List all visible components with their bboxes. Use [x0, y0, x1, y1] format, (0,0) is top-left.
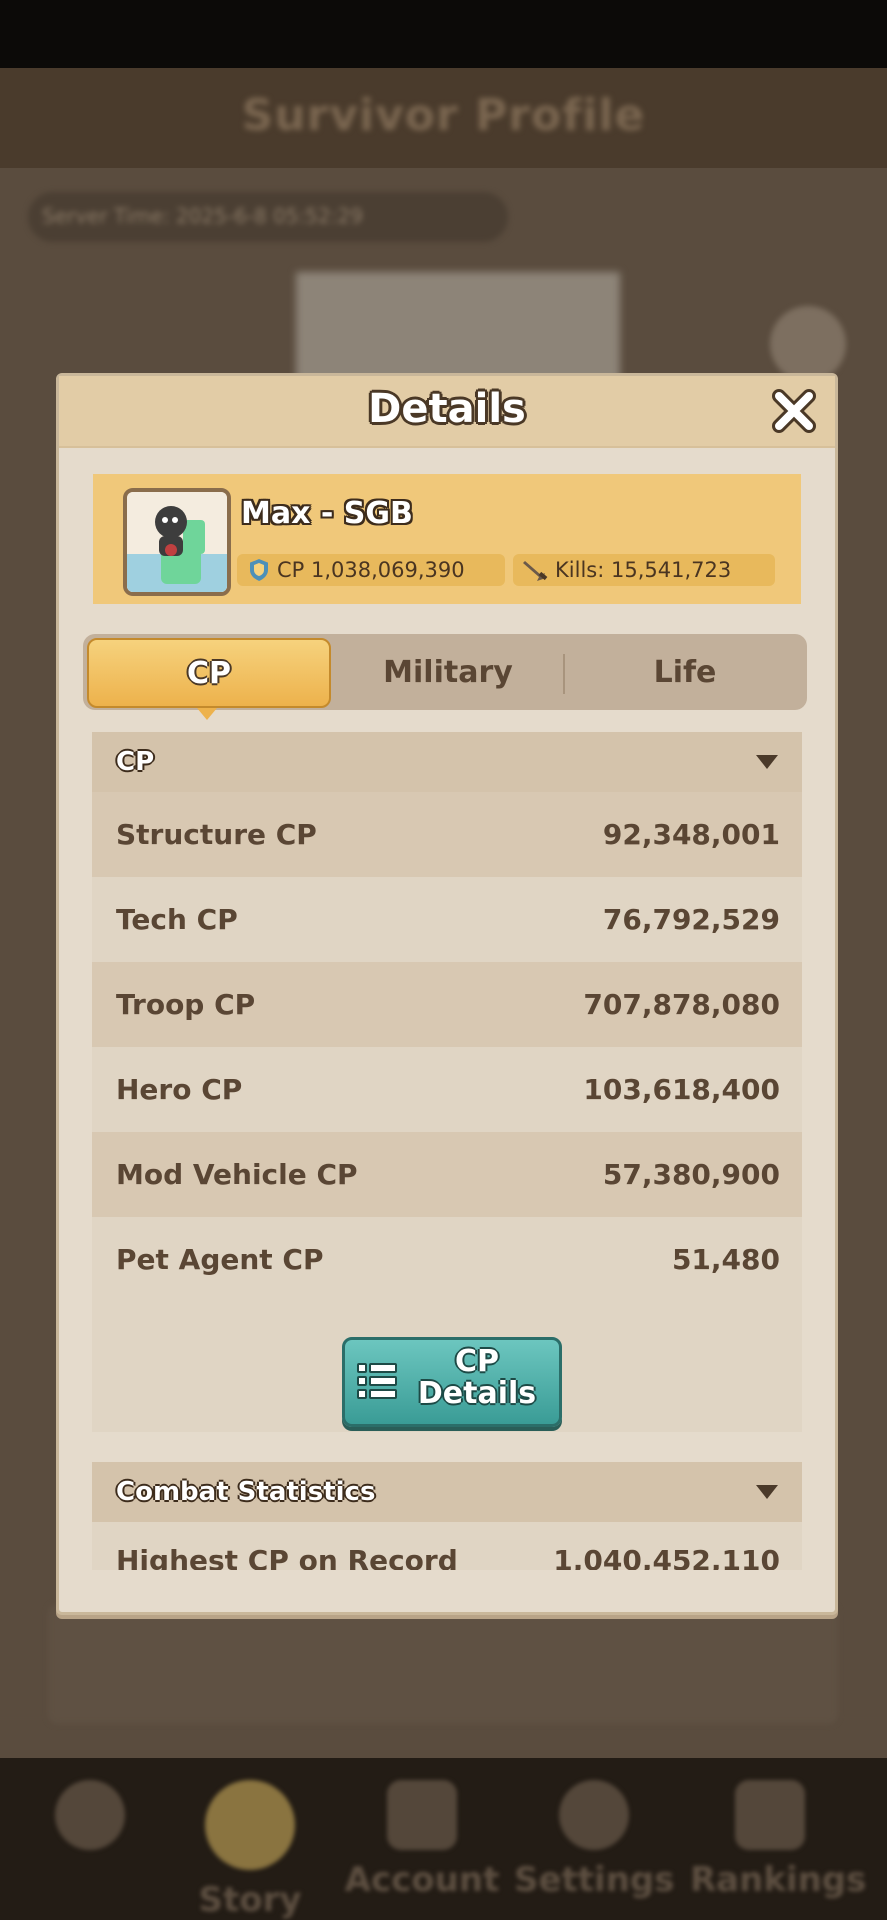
cp-details-label: CP Details: [417, 1344, 537, 1411]
cp-row-hero: Hero CP 103,618,400: [92, 1047, 802, 1132]
combat-section: Combat Statistics Highest CP on Record 1…: [92, 1462, 802, 1570]
cp-row-mod-vehicle: Mod Vehicle CP 57,380,900: [92, 1132, 802, 1217]
tab-life[interactable]: Life: [567, 634, 803, 710]
row-value: 1,040,452,110: [553, 1544, 780, 1570]
nav-label: Story: [198, 1880, 302, 1920]
cp-details-button[interactable]: CP Details: [342, 1337, 562, 1427]
cp-total: CP 1,038,069,390: [277, 558, 465, 582]
rankings-icon: [735, 1780, 805, 1850]
cp-row-troop: Troop CP 707,878,080: [92, 962, 802, 1047]
row-label: Troop CP: [116, 988, 256, 1021]
kills-total: Kills: 15,541,723: [555, 558, 732, 582]
row-label: Tech CP: [116, 903, 238, 936]
combat-section-header[interactable]: Combat Statistics: [92, 1462, 802, 1522]
collapse-icon: [756, 1485, 778, 1499]
bg-server-time-text: Server Time: 2025-6-8 05:52:29: [42, 204, 363, 228]
row-label: Mod Vehicle CP: [116, 1158, 358, 1191]
row-value: 92,348,001: [602, 818, 780, 851]
row-value: 103,618,400: [583, 1073, 780, 1106]
avatar[interactable]: [123, 488, 231, 596]
cp-section-header[interactable]: CP: [92, 732, 802, 792]
modal-title: Details: [368, 386, 526, 432]
cp-row-tech: Tech CP 76,792,529: [92, 877, 802, 962]
bg-lower-panel: [48, 1604, 838, 1724]
gear-icon: [559, 1780, 629, 1850]
cp-badge: CP 1,038,069,390: [237, 554, 505, 586]
row-value: 57,380,900: [602, 1158, 780, 1191]
cp-section-title: CP: [116, 747, 155, 777]
bg-page-title: Survivor Profile: [241, 90, 646, 141]
bg-avatar-icon: [770, 306, 846, 382]
kills-badge: Kills: 15,541,723: [513, 554, 775, 586]
row-value: 76,792,529: [602, 903, 780, 936]
back-icon: [55, 1780, 125, 1850]
nav-item-back: [10, 1780, 170, 1850]
row-label: Hero CP: [116, 1073, 243, 1106]
tab-divider: [563, 654, 565, 694]
nav-item-story: Story: [170, 1780, 330, 1920]
row-label: Pet Agent CP: [116, 1243, 324, 1276]
nav-item-settings: Settings: [514, 1780, 675, 1900]
row-value: 707,878,080: [583, 988, 780, 1021]
cp-rows: Structure CP 92,348,001 Tech CP 76,792,5…: [92, 792, 802, 1302]
player-name: Max - SGB: [241, 496, 413, 531]
nav-label: Account: [344, 1860, 500, 1900]
bg-server-time: Server Time: 2025-6-8 05:52:29: [28, 192, 508, 242]
combat-row-highest-cp: Highest CP on Record 1,040,452,110: [92, 1522, 802, 1570]
account-icon: [387, 1780, 457, 1850]
cp-row-structure: Structure CP 92,348,001: [92, 792, 802, 877]
nav-item-account: Account: [342, 1780, 502, 1900]
row-label: Highest CP on Record: [116, 1544, 458, 1570]
combat-section-title: Combat Statistics: [116, 1477, 376, 1507]
cp-section: CP Structure CP 92,348,001 Tech CP 76,79…: [92, 732, 802, 1432]
profile-banner: Max - SGB CP 1,038,069,390 Kills: 15,541…: [93, 474, 801, 604]
avatar-image: [127, 492, 227, 592]
list-icon: [357, 1363, 397, 1399]
status-bar: [0, 0, 887, 68]
detail-tabs: Military Life CP: [83, 634, 807, 720]
row-value: 51,480: [671, 1243, 780, 1276]
tab-military[interactable]: Military: [333, 634, 563, 710]
nav-item-rankings: Rankings: [690, 1780, 867, 1900]
knife-icon: [523, 561, 548, 581]
story-icon: [205, 1780, 295, 1870]
nav-label: Settings: [514, 1860, 675, 1900]
shield-icon: [248, 557, 270, 583]
close-button[interactable]: [771, 388, 817, 434]
row-label: Structure CP: [116, 818, 317, 851]
details-modal: Details Max - SGB CP 1,038,069,390 Kills…: [56, 373, 838, 1615]
tab-cp[interactable]: CP: [87, 638, 331, 720]
close-icon: [772, 389, 816, 433]
collapse-icon: [756, 755, 778, 769]
nav-label: Rankings: [690, 1860, 867, 1900]
cp-row-pet-agent: Pet Agent CP 51,480: [92, 1217, 802, 1302]
